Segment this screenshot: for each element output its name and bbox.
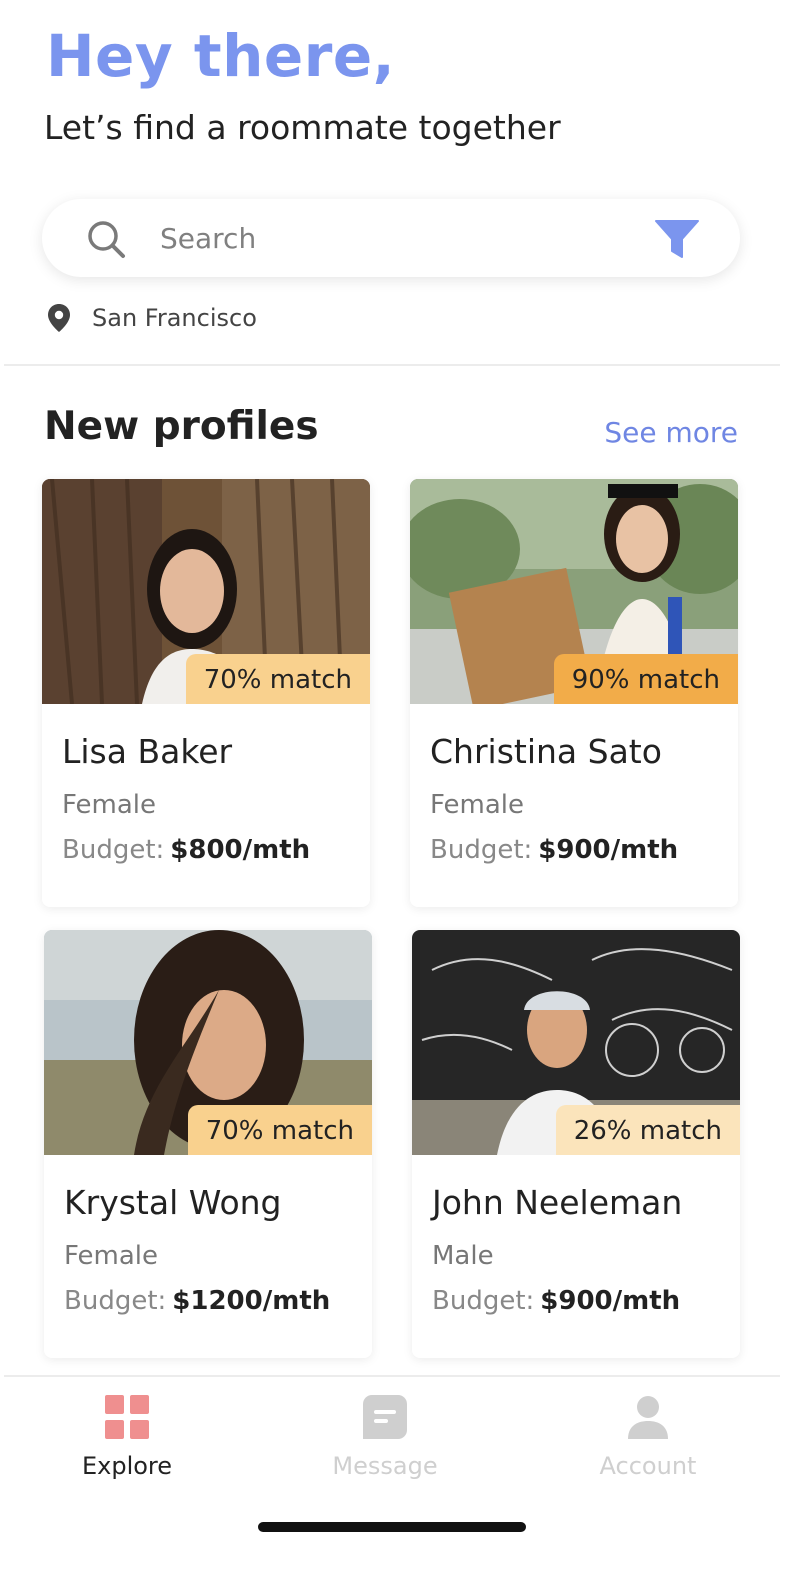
profile-name: Lisa Baker	[62, 732, 233, 771]
greeting-subtitle: Let’s find a roommate together	[44, 108, 561, 147]
match-badge: 70% match	[187, 1105, 372, 1155]
bottom-tab-bar: Explore Message Account	[0, 1378, 810, 1578]
tab-label: Message	[332, 1452, 438, 1480]
budget-label: Budget:	[62, 835, 165, 865]
budget-label: Budget:	[432, 1286, 535, 1316]
search-input[interactable]	[160, 216, 600, 260]
budget-label: Budget:	[430, 835, 533, 865]
tab-account[interactable]: Account	[548, 1394, 748, 1494]
grid-icon	[105, 1395, 149, 1439]
match-badge: 70% match	[185, 654, 370, 704]
tab-label: Explore	[81, 1452, 173, 1480]
tab-message[interactable]: Message	[285, 1394, 485, 1494]
location-label: San Francisco	[92, 304, 257, 332]
location-row[interactable]: San Francisco	[46, 303, 257, 333]
divider	[4, 1375, 780, 1377]
budget-value: $800/mth	[170, 835, 311, 865]
profile-gender: Male	[432, 1241, 494, 1271]
divider	[4, 364, 780, 366]
profile-name: Christina Sato	[430, 732, 662, 771]
budget-value: $900/mth	[538, 835, 679, 865]
profile-name: Krystal Wong	[64, 1183, 282, 1222]
match-badge: 26% match	[555, 1105, 740, 1155]
search-icon	[88, 221, 125, 258]
tab-explore[interactable]: Explore	[27, 1394, 227, 1494]
profile-budget: Budget: $900/mth	[432, 1286, 680, 1316]
profile-gender: Female	[62, 790, 157, 820]
profile-gender: Female	[430, 790, 525, 820]
search-bar[interactable]	[42, 199, 740, 277]
match-badge: 90% match	[553, 654, 738, 704]
profile-budget: Budget: $900/mth	[430, 835, 678, 865]
filter-icon[interactable]	[654, 219, 700, 259]
chat-icon	[363, 1395, 407, 1439]
budget-value: $1200/mth	[172, 1286, 331, 1316]
profile-gender: Female	[64, 1241, 159, 1271]
home-indicator	[258, 1522, 526, 1532]
greeting-title: Hey there,	[46, 22, 396, 90]
profile-name: John Neeleman	[432, 1183, 683, 1222]
tab-label: Account	[599, 1452, 697, 1480]
profile-card[interactable]: 70% match Krystal Wong Female Budget: $12…	[44, 930, 372, 1358]
see-more-link[interactable]: See more	[604, 416, 738, 449]
budget-value: $900/mth	[540, 1286, 681, 1316]
profile-budget: Budget: $1200/mth	[64, 1286, 330, 1316]
profile-budget: Budget: $800/mth	[62, 835, 310, 865]
profile-card[interactable]: 70% match Lisa Baker Female Budget: $800/…	[42, 479, 370, 907]
profile-card[interactable]: 90% match Christina Sato Female Budget: $…	[410, 479, 738, 907]
location-pin-icon	[48, 304, 70, 332]
user-icon	[628, 1396, 668, 1439]
section-title: New profiles	[44, 404, 319, 449]
budget-label: Budget:	[64, 1286, 167, 1316]
profile-card[interactable]: 26% match John Neeleman Male Budget: $900…	[412, 930, 740, 1358]
